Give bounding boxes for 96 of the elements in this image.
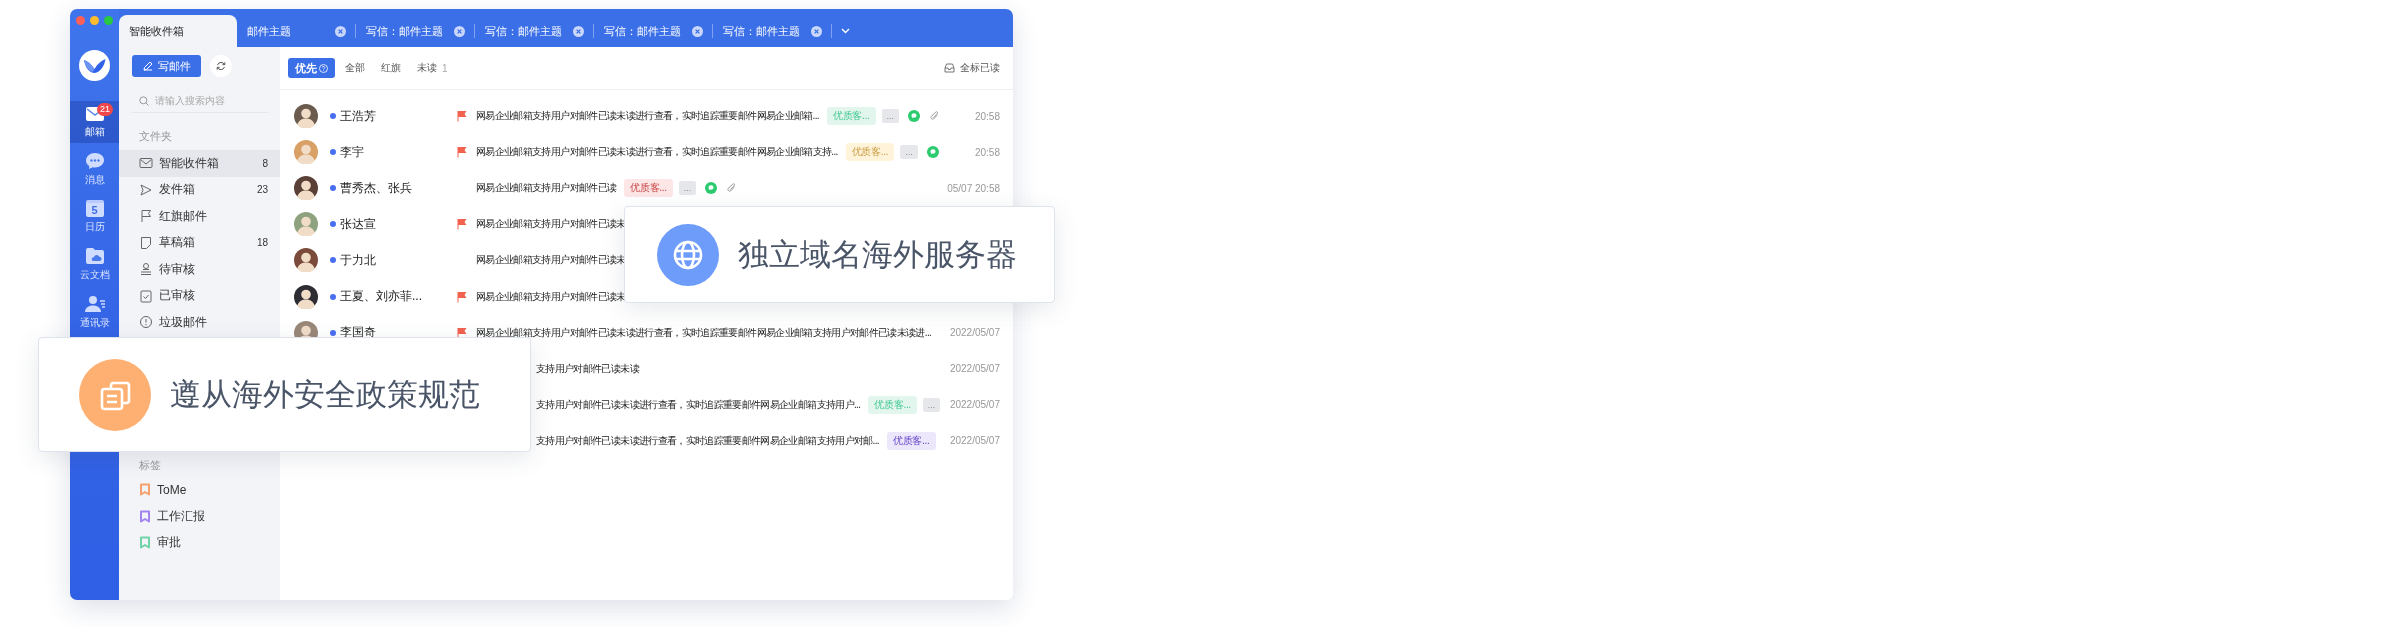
tab[interactable]: 写信：邮件主题 xyxy=(713,15,831,47)
avatar xyxy=(294,284,318,309)
sender-name: 张达宣 xyxy=(340,215,376,233)
tag-label: 优质客... xyxy=(845,143,895,162)
unread-badge: 21 xyxy=(97,103,113,116)
close-icon[interactable] xyxy=(454,25,465,37)
rail-item[interactable]: 邮箱 21 xyxy=(70,101,119,143)
avatar xyxy=(294,176,318,201)
rail-item[interactable]: 通讯录 xyxy=(70,291,119,333)
tag-item[interactable]: 审批 xyxy=(119,529,280,556)
sender-name: 王浩芳 xyxy=(340,107,376,125)
mail-time: 2022/05/07 xyxy=(948,399,1000,411)
unread-count: 1 xyxy=(442,62,448,74)
mail-subject: 网易企业邮箱支持用户对邮件已读未读进行查看，实时追踪重要邮件网易企业邮箱支持... xyxy=(476,145,838,160)
tag-label: 优质客... xyxy=(624,179,673,198)
tab[interactable]: 写信：邮件主题 xyxy=(594,15,712,47)
sender-name: 李国奇 xyxy=(340,324,376,342)
avatar xyxy=(294,104,318,129)
filter-tab[interactable]: 全部 xyxy=(339,58,371,78)
folder-item[interactable]: 待审核 xyxy=(119,256,280,283)
mail-subject: 网易企业邮箱支持用户对邮件已读未读进行查看，实时追踪重要邮件网易企业邮箱... xyxy=(476,109,819,124)
folder-item[interactable]: 发件箱 23 xyxy=(119,176,280,203)
refresh-icon xyxy=(216,61,226,71)
search-field[interactable]: 请输入搜索内容 xyxy=(155,95,265,106)
sender-name: 王夏、刘亦菲... xyxy=(340,288,422,305)
avatar xyxy=(294,248,318,273)
sender-name: 曹秀杰、张兵 xyxy=(340,179,412,197)
tab[interactable]: 智能收件箱 xyxy=(119,15,237,47)
folder-count: 8 xyxy=(262,157,268,169)
section-heading: 标签 xyxy=(138,457,162,472)
folder-item[interactable]: 智能收件箱 8 xyxy=(119,150,280,177)
inbox-tray-icon xyxy=(944,63,955,73)
more-chip[interactable]: ... xyxy=(881,109,900,124)
folder-item[interactable]: 红旗邮件 xyxy=(119,203,280,230)
feature-text: 遵从海外安全政策规范 xyxy=(170,375,480,414)
mail-subject: 支持用户对邮件已读未读 xyxy=(536,361,639,376)
cloud-folder-icon xyxy=(84,247,105,265)
calendar-icon: 5 xyxy=(85,200,104,217)
folder-count: 18 xyxy=(256,237,268,249)
mail-time: 05/07 20:58 xyxy=(946,182,1000,194)
filter-tab[interactable]: 未读 1 xyxy=(411,58,454,78)
documents-icon xyxy=(79,358,151,431)
close-icon[interactable] xyxy=(811,25,822,37)
tag-label: 优质客... xyxy=(868,395,917,414)
mail-subject: 支持用户对邮件已读未读进行查看，实时追踪重要邮件网易企业邮箱支持用户对邮... xyxy=(536,433,879,448)
feature-text: 独立域名海外服务器 xyxy=(738,235,1017,274)
tag-label: 优质客... xyxy=(887,431,936,450)
person-icon xyxy=(83,294,106,313)
folder-item[interactable]: 已审核 xyxy=(119,282,280,309)
filter-tab[interactable]: 红旗 xyxy=(375,58,407,78)
tag-item[interactable]: 工作汇报 xyxy=(119,503,280,530)
flag-icon xyxy=(139,209,153,224)
sender-name: 李宇 xyxy=(340,143,364,161)
section-heading: 文件夹 xyxy=(138,129,173,143)
mail-subject: 网易企业邮箱支持用户对邮件已读 xyxy=(476,181,617,196)
tag-label: 优质客... xyxy=(827,107,876,126)
clipboard-check-icon xyxy=(139,288,153,303)
mail-time: 20:58 xyxy=(973,110,1000,122)
rail-item[interactable]: 云文档 xyxy=(70,243,119,286)
logo-icon xyxy=(79,50,110,81)
pencil-icon xyxy=(142,61,153,71)
tab[interactable]: 邮件主题 xyxy=(237,15,355,47)
folder-count: 23 xyxy=(256,184,268,196)
avatar xyxy=(294,212,318,237)
folder-item[interactable]: 草稿箱 18 xyxy=(119,229,280,256)
filter-tab[interactable]: 优先 xyxy=(288,58,335,78)
folder-item[interactable]: 垃圾邮件 xyxy=(119,309,280,336)
chat-bubble-icon xyxy=(84,152,105,170)
refresh-button[interactable] xyxy=(210,55,232,77)
tab[interactable]: 写信：邮件主题 xyxy=(475,15,593,47)
warning-icon xyxy=(139,315,153,330)
tag-item[interactable]: ToMe xyxy=(119,476,280,503)
close-icon[interactable] xyxy=(692,25,703,37)
search-icon xyxy=(139,95,149,106)
mail-time: 2022/05/07 xyxy=(948,327,1000,339)
close-icon[interactable] xyxy=(335,25,346,37)
document-icon xyxy=(139,235,153,250)
mark-all-read-button[interactable]: 全标已读 xyxy=(944,61,1000,75)
paper-plane-icon xyxy=(139,182,153,197)
rail-item[interactable]: 5 日历 xyxy=(70,196,119,238)
sender-name: 于力北 xyxy=(340,251,376,269)
rail-item[interactable]: 消息 xyxy=(70,148,119,191)
mail-time: 2022/05/07 xyxy=(948,435,1000,447)
mail-time: 20:58 xyxy=(973,146,1000,158)
mail-subject: 网易企业邮箱支持用户对邮件已读未读进行查看，实时追踪重要邮件网易企业邮箱支持用户对邮件已读未读进... xyxy=(476,325,932,340)
mail-subject: 支持用户对邮件已读未读进行查看，实时追踪重要邮件网易企业邮箱支持用户... xyxy=(536,397,861,412)
envelope-icon xyxy=(139,156,153,171)
avatar xyxy=(294,140,318,165)
compose-button[interactable]: 写邮件 xyxy=(132,55,201,77)
mail-subject: 网易企业邮箱支持用户对邮件已读未 xyxy=(476,289,626,304)
globe-icon xyxy=(657,223,719,286)
stamp-icon xyxy=(139,262,153,277)
chevron-down-icon[interactable] xyxy=(841,28,850,34)
close-icon[interactable] xyxy=(573,25,584,37)
tab[interactable]: 写信：邮件主题 xyxy=(356,15,474,47)
mail-time: 2022/05/07 xyxy=(948,363,1000,375)
